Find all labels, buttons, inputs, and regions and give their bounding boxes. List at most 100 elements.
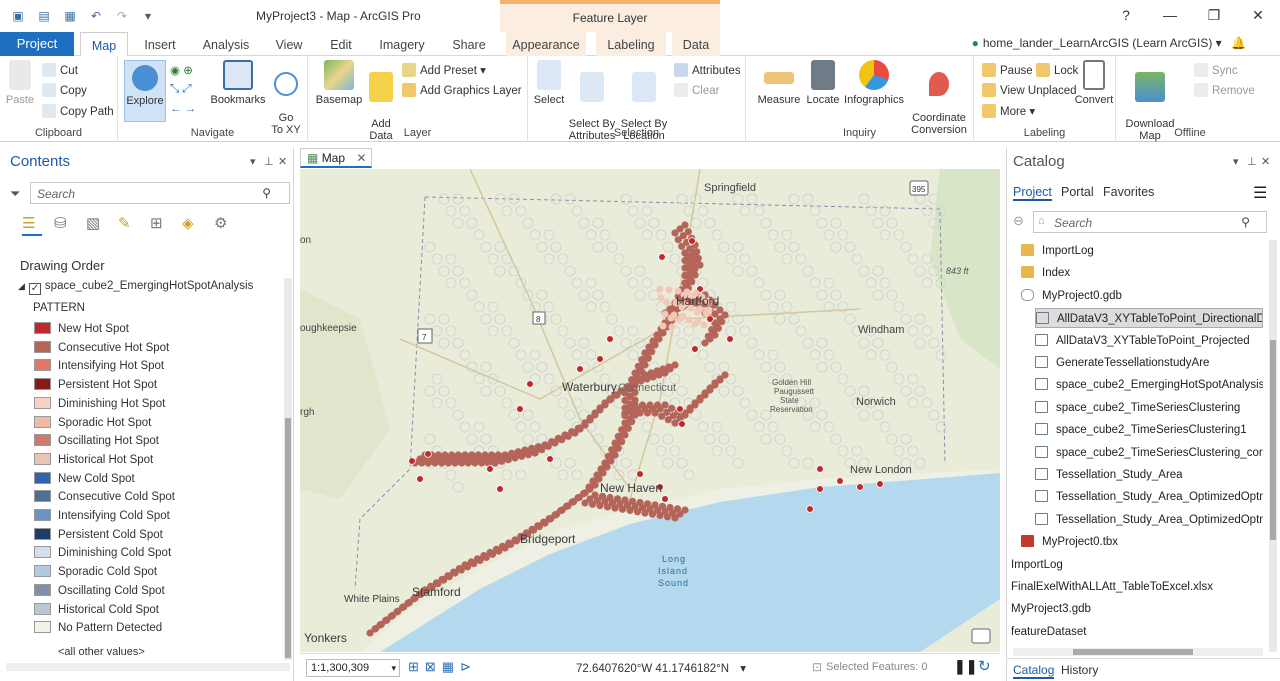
coordinate-conversion-button[interactable]: Coordinate Conversion xyxy=(906,60,972,136)
tab-labeling[interactable]: Labeling xyxy=(596,32,666,56)
notification-icon[interactable]: 🔔 xyxy=(1231,36,1246,50)
new-project-icon[interactable]: ▣ xyxy=(10,8,26,24)
back-icon[interactable]: ⊖ xyxy=(1013,213,1024,229)
catalog-item[interactable]: Tessellation_Study_Area xyxy=(1035,465,1263,485)
user-account[interactable]: ● home_lander_LearnArcGIS (Learn ArcGIS) … xyxy=(972,36,1246,50)
tab-map[interactable]: Map xyxy=(80,32,128,57)
tab-project[interactable]: Project xyxy=(0,32,74,56)
layer-entry[interactable]: ◢ ✓ space_cube2_EmergingHotSpotAnalysis xyxy=(18,280,253,295)
map-nav-tools[interactable]: ⊞⊠▦⊳ xyxy=(408,659,477,675)
list-by-editing-icon[interactable]: ✎ xyxy=(118,214,138,236)
minimize-button[interactable]: — xyxy=(1148,0,1192,30)
scale-selector[interactable]: 1:1,300,309 ▾ xyxy=(306,659,400,677)
tab-data[interactable]: Data xyxy=(672,32,720,56)
pane-options-icon[interactable]: ▾ xyxy=(250,155,256,168)
locate-button[interactable]: Locate xyxy=(802,60,844,106)
copy-path-button[interactable]: Copy Path xyxy=(42,103,114,121)
customize-toolbar-icon[interactable]: ▾ xyxy=(140,8,156,24)
list-by-drawing-order-icon[interactable]: ☰ xyxy=(22,214,42,236)
catalog-item[interactable]: GenerateTessellationstudyAre xyxy=(1035,353,1263,373)
basemap-button[interactable]: Basemap xyxy=(314,60,364,106)
clear-selection-button[interactable]: Clear xyxy=(674,82,719,100)
catalog-item[interactable]: featureDataset xyxy=(1011,622,1263,642)
catalog-tab-project[interactable]: Project xyxy=(1013,185,1052,201)
tab-insert[interactable]: Insert xyxy=(138,32,182,56)
catalog-item[interactable]: ImportLog xyxy=(1011,555,1263,575)
tab-appearance[interactable]: Appearance xyxy=(506,32,586,56)
filter-icon[interactable]: ⏷ xyxy=(10,186,20,202)
legend-item[interactable]: Diminishing Hot Spot xyxy=(34,395,165,413)
pane-options-icon[interactable]: ▾ xyxy=(1233,155,1239,168)
legend-item[interactable]: Oscillating Hot Spot xyxy=(34,432,159,450)
pin-icon[interactable]: ⊥ xyxy=(1247,155,1257,168)
catalog-item[interactable]: AllDataV3_XYTableToPoint_DirectionalDis xyxy=(1035,308,1263,329)
catalog-item[interactable]: Tessellation_Study_Area_OptimizedOptm xyxy=(1035,487,1263,507)
convert-button[interactable]: Convert xyxy=(1074,60,1114,106)
map-overview-icon[interactable] xyxy=(971,628,991,644)
map-tab[interactable]: ▦ Map ✕ xyxy=(300,148,372,168)
catalog-menu-icon[interactable]: ☰ xyxy=(1253,183,1267,203)
add-graphics-layer-button[interactable]: Add Graphics Layer xyxy=(402,82,522,100)
cut-button[interactable]: Cut xyxy=(42,62,78,80)
redo-icon[interactable]: ↷ xyxy=(114,8,130,24)
legend-item[interactable]: Historical Cold Spot xyxy=(34,601,159,619)
legend-item[interactable]: Sporadic Hot Spot xyxy=(34,414,151,432)
legend-item[interactable]: Historical Hot Spot xyxy=(34,451,153,469)
select-button[interactable]: Select xyxy=(530,60,568,106)
catalog-item[interactable]: space_cube2_TimeSeriesClustering xyxy=(1035,398,1263,418)
previous-next-extent-icon[interactable]: ← → xyxy=(170,100,196,118)
catalog-tab-favorites[interactable]: Favorites xyxy=(1103,185,1154,199)
copy-button[interactable]: Copy xyxy=(42,82,87,100)
open-project-icon[interactable]: ▤ xyxy=(36,8,52,24)
measure-button[interactable]: Measure xyxy=(754,60,804,106)
map-canvas[interactable]: Springfield Hartford Waterbury Connectic… xyxy=(300,169,1000,652)
legend-item[interactable]: Sporadic Cold Spot xyxy=(34,563,157,581)
legend-item[interactable]: Intensifying Cold Spot xyxy=(34,507,170,525)
catalog-item[interactable]: Index xyxy=(1021,263,1263,283)
catalog-item[interactable]: AllDataV3_XYTableToPoint_Projected xyxy=(1035,331,1263,351)
scrollbar-thumb[interactable] xyxy=(1270,340,1276,540)
restore-button[interactable]: ❐ xyxy=(1192,0,1236,30)
close-button[interactable]: ✕ xyxy=(1236,0,1280,30)
fixed-zoom-icon[interactable]: ⤡ ⤢ xyxy=(170,80,192,98)
attributes-button[interactable]: Attributes xyxy=(674,62,741,80)
add-preset-button[interactable]: Add Preset ▾ xyxy=(402,62,486,80)
tab-share[interactable]: Share xyxy=(446,32,492,56)
close-map-tab-icon[interactable]: ✕ xyxy=(356,151,366,165)
list-by-selection-icon[interactable]: ▧ xyxy=(86,214,106,236)
legend-item[interactable]: Persistent Cold Spot xyxy=(34,526,163,544)
catalog-item[interactable]: space_cube2_TimeSeriesClustering1 xyxy=(1035,420,1263,440)
list-by-source-icon[interactable]: ⛁ xyxy=(54,214,74,236)
save-icon[interactable]: ▦ xyxy=(62,8,78,24)
legend-item[interactable]: No Pattern Detected xyxy=(34,619,162,637)
go-to-xy-button[interactable]: Go To XY xyxy=(268,60,304,136)
legend-item[interactable]: Persistent Hot Spot xyxy=(34,376,157,394)
bookmarks-button[interactable]: Bookmarks xyxy=(210,60,266,106)
view-unplaced-button[interactable]: View Unplaced xyxy=(982,82,1077,100)
legend-item[interactable]: Consecutive Hot Spot xyxy=(34,339,169,357)
close-pane-icon[interactable]: ✕ xyxy=(1261,155,1270,168)
scrollbar-thumb[interactable] xyxy=(285,418,291,658)
list-by-labeling-icon[interactable]: ◈ xyxy=(182,214,202,236)
sync-button[interactable]: Sync xyxy=(1194,62,1238,80)
remove-button[interactable]: Remove xyxy=(1194,82,1255,100)
catalog-item[interactable]: MyProject0.tbx xyxy=(1021,532,1263,552)
catalog-item[interactable]: Tessellation_Study_Area_OptimizedOptm xyxy=(1035,510,1263,530)
paste-button[interactable]: Paste xyxy=(2,60,38,106)
legend-item[interactable]: Intensifying Hot Spot xyxy=(34,357,164,375)
refresh-icon[interactable]: ↻ xyxy=(978,657,991,675)
infographics-button[interactable]: Infographics xyxy=(842,60,906,106)
tab-view[interactable]: View xyxy=(270,32,308,56)
catalog-horizontal-scrollbar[interactable] xyxy=(1013,648,1263,656)
contents-horizontal-scrollbar[interactable] xyxy=(6,663,290,671)
catalog-item[interactable]: ImportLog xyxy=(1021,241,1263,261)
explore-button[interactable]: Explore xyxy=(124,60,166,122)
undo-icon[interactable]: ↶ xyxy=(88,8,104,24)
catalog-item[interactable]: FinalExelWithALLAtt_TableToExcel.xlsx xyxy=(1011,577,1263,597)
pin-icon[interactable]: ⊥ xyxy=(264,155,274,168)
tab-analysis[interactable]: Analysis xyxy=(198,32,254,56)
catalog-search-input[interactable]: ⌂ Search ⚲ xyxy=(1033,211,1267,233)
layer-visibility-checkbox[interactable]: ✓ xyxy=(28,283,41,295)
legend-item[interactable]: New Hot Spot xyxy=(34,320,129,338)
legend-item[interactable]: Diminishing Cold Spot xyxy=(34,544,171,562)
